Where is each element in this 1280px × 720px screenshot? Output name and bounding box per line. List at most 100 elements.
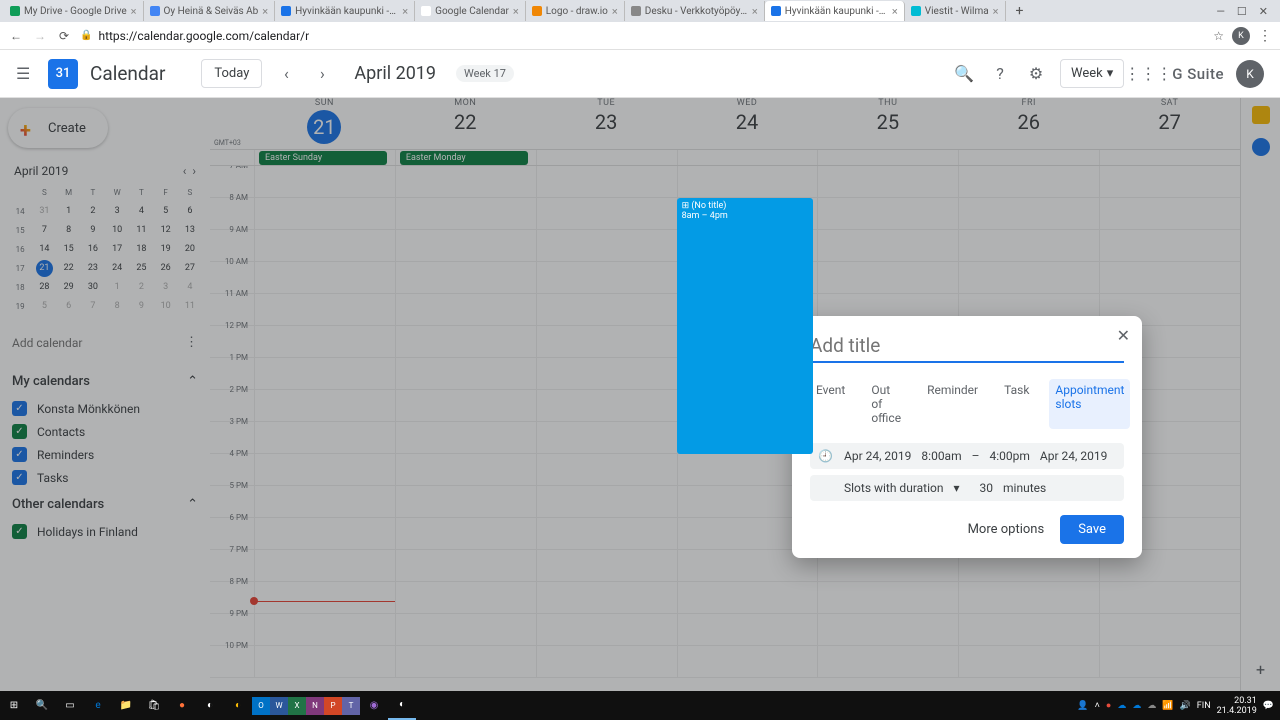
- slots-row[interactable]: Slots with duration ▾ 30 minutes: [810, 475, 1124, 501]
- app-icon[interactable]: ◉: [360, 691, 388, 720]
- start-date[interactable]: Apr 24, 2019: [844, 449, 911, 463]
- browser-tab[interactable]: Google Calendar ×: [415, 1, 526, 21]
- teams-icon[interactable]: T: [342, 697, 360, 715]
- tab-title: My Drive - Google Drive: [24, 6, 127, 17]
- nav-back[interactable]: ←: [8, 28, 24, 44]
- bookmark-star-icon[interactable]: ☆: [1213, 29, 1224, 43]
- tray-network-icon[interactable]: 📶: [1162, 701, 1173, 711]
- tab-title: Desku - Verkkotyöpöytä: [645, 6, 748, 17]
- favicon: [281, 6, 291, 16]
- tray-onedrive-icon[interactable]: ☁: [1147, 701, 1156, 711]
- chrome-icon[interactable]: ◐: [196, 691, 224, 720]
- event-type-tab[interactable]: Reminder: [921, 379, 984, 429]
- help-icon[interactable]: ?: [988, 62, 1012, 86]
- nav-reload[interactable]: ⟳: [56, 28, 72, 44]
- save-button[interactable]: Save: [1060, 515, 1124, 544]
- tray-language[interactable]: FIN: [1197, 701, 1211, 711]
- chrome-active-icon[interactable]: ◐: [388, 691, 416, 720]
- browser-tab[interactable]: Hyvinkään kaupunki - Cale ×: [275, 1, 415, 21]
- lock-icon: 🔒: [80, 30, 92, 41]
- slots-duration-value[interactable]: 30: [980, 481, 994, 495]
- end-time[interactable]: 4:00pm: [990, 449, 1030, 463]
- view-selector[interactable]: Week▾: [1060, 59, 1124, 88]
- favicon: [10, 6, 20, 16]
- event-type-tab[interactable]: Out of office: [865, 379, 907, 429]
- favicon: [421, 6, 431, 16]
- event-type-tab[interactable]: Appointment slots: [1049, 379, 1130, 429]
- browser-tab[interactable]: My Drive - Google Drive ×: [4, 1, 144, 21]
- favicon: [911, 6, 921, 16]
- tray-people-icon[interactable]: 👤: [1077, 701, 1088, 711]
- task-view-icon[interactable]: ▭: [56, 691, 84, 720]
- tab-close-icon[interactable]: ×: [262, 5, 268, 18]
- powerpoint-icon[interactable]: P: [324, 697, 342, 715]
- settings-gear-icon[interactable]: ⚙: [1024, 62, 1048, 86]
- tray-clock[interactable]: 20.31 21.4.2019: [1217, 696, 1257, 716]
- time-row[interactable]: 🕘 Apr 24, 2019 8:00am – 4:00pm Apr 24, 2…: [810, 443, 1124, 469]
- next-period-button[interactable]: ›: [310, 62, 334, 86]
- firefox-icon[interactable]: ●: [168, 691, 196, 720]
- prev-period-button[interactable]: ‹: [274, 62, 298, 86]
- end-date[interactable]: Apr 24, 2019: [1040, 449, 1107, 463]
- more-options-button[interactable]: More options: [968, 522, 1045, 537]
- search-task-icon[interactable]: 🔍: [28, 691, 56, 720]
- apps-grid-icon[interactable]: ⋮⋮⋮: [1136, 62, 1160, 86]
- address-bar: ← → ⟳ 🔒 https://calendar.google.com/cale…: [0, 22, 1280, 50]
- window-minimize[interactable]: —: [1216, 5, 1225, 18]
- tab-close-icon[interactable]: ×: [892, 5, 898, 18]
- tray-onedrive-icon[interactable]: ☁: [1117, 701, 1126, 711]
- account-avatar[interactable]: K: [1236, 60, 1264, 88]
- event-type-tab[interactable]: Event: [810, 379, 851, 429]
- start-time[interactable]: 8:00am: [921, 449, 961, 463]
- browser-menu-icon[interactable]: ⋮: [1258, 28, 1272, 44]
- window-close[interactable]: ✕: [1259, 5, 1268, 18]
- tray-notifications-icon[interactable]: 💬: [1263, 701, 1274, 711]
- tab-title: Oy Heinä & Seiväs Ab: [164, 6, 259, 17]
- favicon: [631, 6, 641, 16]
- chrome-canary-icon[interactable]: ◐: [224, 691, 252, 720]
- quick-create-popup: ✕ Event Out of office Reminder Task Appointm…: [792, 316, 1142, 558]
- word-icon[interactable]: W: [270, 697, 288, 715]
- event-block[interactable]: ⊞ (No title) 8am – 4pm: [677, 198, 814, 454]
- event-title-input[interactable]: [810, 330, 1124, 363]
- excel-icon[interactable]: X: [288, 697, 306, 715]
- start-button[interactable]: ⊞: [0, 691, 28, 720]
- browser-tab[interactable]: Logo - draw.io ×: [526, 1, 625, 21]
- browser-tab[interactable]: Hyvinkään kaupunki - Cale×: [765, 1, 905, 21]
- tab-title: Hyvinkään kaupunki - Cale: [295, 6, 398, 17]
- tab-title: Logo - draw.io: [546, 6, 608, 17]
- edge-icon[interactable]: e: [84, 691, 112, 720]
- tab-close-icon[interactable]: ×: [131, 5, 137, 18]
- tab-close-icon[interactable]: ×: [993, 5, 999, 18]
- hamburger-icon[interactable]: ☰: [16, 64, 36, 83]
- tray-volume-icon[interactable]: 🔊: [1180, 701, 1191, 711]
- url-field[interactable]: 🔒 https://calendar.google.com/calendar/r: [80, 29, 1205, 43]
- explorer-icon[interactable]: 📁: [112, 691, 140, 720]
- browser-tab[interactable]: Viestit - Wilma ×: [905, 1, 1006, 21]
- browser-tab[interactable]: Oy Heinä & Seiväs Ab×: [144, 1, 276, 21]
- tab-close-icon[interactable]: ×: [612, 5, 618, 18]
- tray-icon[interactable]: ●: [1106, 700, 1111, 711]
- new-tab-button[interactable]: +: [1012, 3, 1028, 19]
- tab-close-icon[interactable]: ×: [402, 5, 408, 18]
- onenote-icon[interactable]: N: [306, 697, 324, 715]
- slots-label[interactable]: Slots with duration: [844, 481, 944, 495]
- close-icon[interactable]: ✕: [1117, 326, 1130, 345]
- outlook-icon[interactable]: O: [252, 697, 270, 715]
- favicon: [532, 6, 542, 16]
- browser-tab[interactable]: Desku - Verkkotyöpöytä ×: [625, 1, 765, 21]
- current-range-label: April 2019: [354, 63, 436, 84]
- tray-up-icon[interactable]: ˄: [1095, 700, 1100, 711]
- search-icon[interactable]: 🔍: [952, 62, 976, 86]
- tray-onedrive-icon[interactable]: ☁: [1132, 701, 1141, 711]
- tab-title: Google Calendar: [435, 6, 509, 17]
- browser-profile-avatar[interactable]: K: [1232, 27, 1250, 45]
- window-maximize[interactable]: ☐: [1237, 5, 1247, 18]
- nav-forward[interactable]: →: [32, 28, 48, 44]
- tab-close-icon[interactable]: ×: [513, 5, 519, 18]
- tab-title: Viestit - Wilma: [925, 6, 989, 17]
- event-type-tab[interactable]: Task: [998, 379, 1035, 429]
- tab-close-icon[interactable]: ×: [752, 5, 758, 18]
- store-icon[interactable]: 🛍: [140, 691, 168, 720]
- today-button[interactable]: Today: [201, 59, 262, 88]
